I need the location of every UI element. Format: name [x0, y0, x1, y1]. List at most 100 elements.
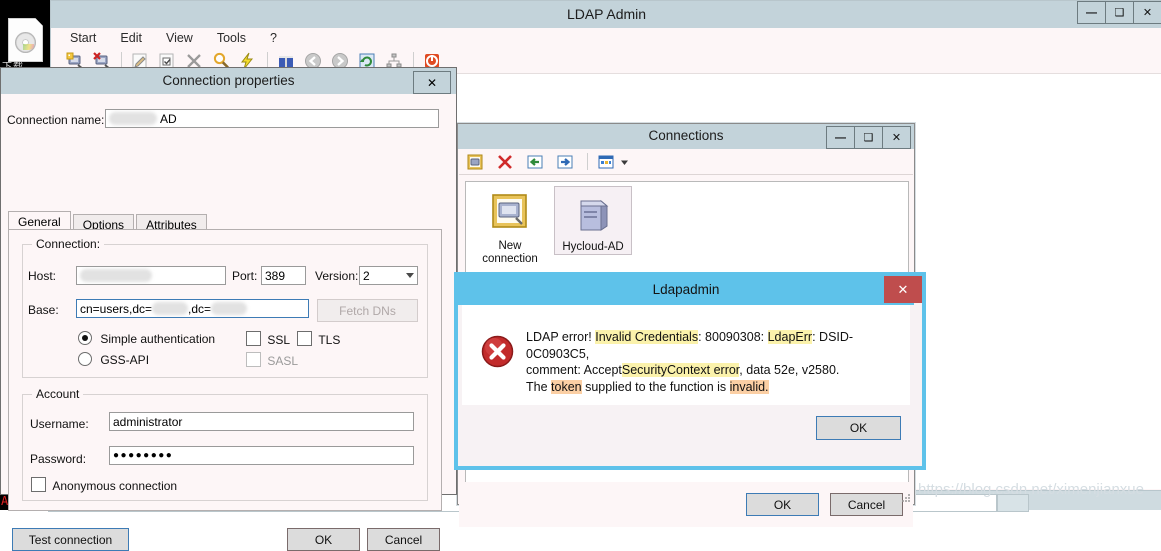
error-dialog-title: Ldapadmin — [652, 282, 720, 297]
ok-button[interactable]: OK — [287, 528, 360, 551]
checkbox-indicator — [31, 477, 46, 492]
ok-button[interactable]: OK — [816, 416, 901, 440]
sasl-label: SASL — [267, 354, 299, 368]
list-item[interactable]: Hycloud-AD — [554, 186, 632, 255]
fetch-dns-button[interactable]: Fetch DNs — [317, 299, 418, 322]
redacted-text — [152, 302, 189, 315]
base-input[interactable]: cn=users,dc= ,dc= — [76, 299, 309, 318]
connection-icon[interactable] — [465, 152, 485, 172]
username-label: Username: — [30, 417, 89, 431]
base-label: Base: — [28, 303, 59, 317]
cd-disc-icon[interactable] — [8, 18, 43, 62]
connection-group-title: Connection: — [32, 237, 105, 251]
list-item[interactable]: New connection — [472, 186, 548, 266]
menu-item-view[interactable]: View — [163, 30, 196, 46]
port-label: Port: — [232, 269, 258, 283]
minimize-button[interactable]: — — [826, 126, 855, 149]
connection-name-input[interactable]: AD — [105, 109, 439, 128]
error-dialog-body: LDAP error! Invalid Credentials: 8009030… — [462, 305, 910, 405]
error-text-segment: : 80090308: — [698, 330, 768, 344]
view-mode-icon[interactable] — [596, 152, 616, 172]
redacted-text — [211, 302, 248, 315]
connection-properties-dialog: Connection properties ✕ Connection name:… — [0, 67, 457, 551]
menu-item-help[interactable]: ? — [267, 30, 280, 46]
account-group-title: Account — [32, 387, 84, 401]
import-icon[interactable] — [525, 152, 545, 172]
checkbox-indicator — [297, 331, 312, 346]
error-text-segment: supplied to the function is — [581, 379, 730, 394]
connections-toolbar — [459, 149, 913, 175]
version-label: Version: — [315, 269, 359, 283]
list-item-label: New connection — [482, 240, 538, 265]
connection-name-label: Connection name: — [7, 113, 105, 127]
error-text-segment: comment: Accept — [526, 363, 622, 377]
anonymous-connection-label: Anonymous connection — [52, 479, 178, 493]
host-label: Host: — [28, 269, 57, 283]
version-select[interactable]: 2 — [359, 266, 418, 285]
close-icon[interactable]: ✕ — [413, 71, 451, 94]
password-input[interactable]: ●●●●●●●● — [109, 446, 414, 465]
delete-icon[interactable] — [495, 152, 515, 172]
checkbox-indicator — [246, 352, 261, 367]
username-input[interactable]: administrator — [109, 412, 414, 431]
base-value-prefix: cn=users,dc= — [80, 301, 153, 316]
error-text-highlight: LdapErr — [767, 330, 813, 344]
test-connection-button[interactable]: Test connection — [12, 528, 129, 551]
maximize-button[interactable]: ❑ — [1105, 1, 1134, 24]
toolbar-separator — [587, 153, 588, 170]
ssl-checkbox[interactable]: SSL — [246, 331, 290, 347]
maximize-button[interactable]: ❑ — [854, 126, 883, 149]
connections-footer: OK Cancel — [459, 482, 913, 527]
password-label: Password: — [30, 452, 87, 466]
connection-name-value: AD — [160, 111, 177, 126]
connection-properties-title: Connection properties — [162, 73, 295, 88]
radio-indicator — [78, 331, 92, 345]
simple-authentication-radio[interactable]: Simple authentication — [78, 331, 215, 346]
menu-item-tools[interactable]: Tools — [214, 30, 249, 46]
view-dropdown-caret-icon[interactable] — [619, 152, 630, 172]
close-button[interactable]: ✕ — [882, 126, 911, 149]
cancel-button[interactable]: Cancel — [830, 493, 903, 516]
error-text-highlight: Invalid Credentials — [595, 330, 699, 344]
gss-api-radio[interactable]: GSS-API — [78, 352, 149, 367]
error-circle-icon — [481, 335, 514, 368]
resize-grip[interactable] — [901, 492, 911, 502]
server-icon — [580, 199, 609, 231]
ok-button[interactable]: OK — [746, 493, 819, 516]
tls-checkbox[interactable]: TLS — [297, 331, 340, 347]
ldapadmin-error-dialog: Ldapadmin ✕ LDAP error! Invalid Credenti… — [454, 272, 926, 470]
port-input[interactable]: 389 — [261, 266, 306, 285]
base-value-middle: ,dc= — [188, 301, 212, 316]
close-button[interactable]: ✕ — [1133, 1, 1161, 24]
ldap-admin-title: LDAP Admin — [566, 6, 647, 22]
redacted-text — [80, 269, 152, 282]
ldap-admin-menubar: Start Edit View Tools ? — [51, 28, 1161, 48]
version-value: 2 — [363, 268, 370, 283]
list-item-label: Hycloud-AD — [562, 241, 624, 253]
chevron-down-icon — [406, 273, 414, 278]
menu-item-start[interactable]: Start — [67, 30, 99, 46]
ssl-label: SSL — [267, 333, 291, 347]
new-connection-folder-icon — [492, 194, 527, 228]
close-icon[interactable]: ✕ — [884, 276, 922, 303]
error-text-segment: LDAP error! — [526, 330, 596, 344]
error-text-segment: , data 52e, v2580. — [739, 363, 840, 377]
tls-label: TLS — [318, 333, 341, 347]
watermark: https://blog.csdn.net/ximenjianxue — [918, 481, 1144, 498]
error-text-highlight: token — [551, 379, 582, 394]
minimize-button[interactable]: — — [1077, 1, 1106, 24]
error-text-highlight: invalid. — [729, 379, 769, 394]
radio-indicator — [78, 352, 92, 366]
connections-window-buttons: — ❑ ✕ — [826, 126, 911, 149]
ldap-admin-window-buttons: — ❑ ✕ — [1077, 1, 1161, 24]
error-text-segment: The — [526, 379, 552, 394]
menu-item-edit[interactable]: Edit — [117, 30, 145, 46]
anonymous-connection-checkbox[interactable]: Anonymous connection — [31, 477, 177, 493]
simple-authentication-label: Simple authentication — [100, 332, 216, 346]
export-icon[interactable] — [555, 152, 575, 172]
redacted-text — [109, 112, 157, 125]
sasl-checkbox: SASL — [246, 352, 298, 368]
cancel-button[interactable]: Cancel — [367, 528, 440, 551]
host-input[interactable] — [76, 266, 226, 285]
checkbox-indicator — [246, 331, 261, 346]
